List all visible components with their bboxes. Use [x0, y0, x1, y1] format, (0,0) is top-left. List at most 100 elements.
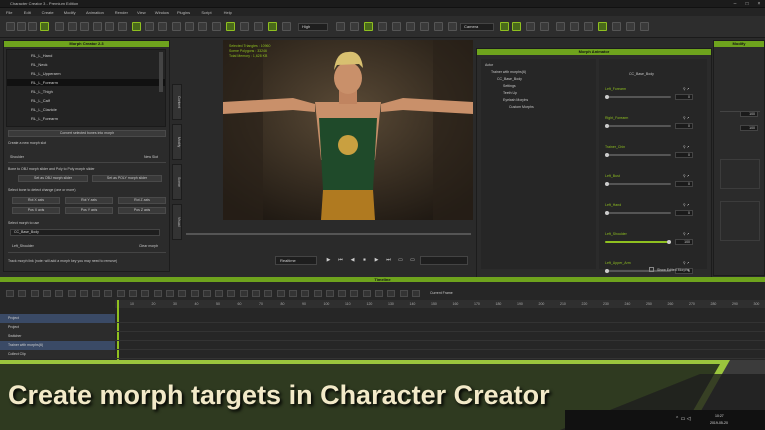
menu-item[interactable]: Help [224, 10, 232, 15]
slider-knob[interactable] [605, 211, 609, 215]
toolbar-icon[interactable] [93, 22, 102, 31]
track-lane[interactable] [115, 332, 765, 341]
new-slot-button[interactable]: New Slot [144, 155, 158, 159]
bone-tree-scrollbar[interactable] [159, 52, 163, 92]
timeline-tool-icon[interactable] [178, 290, 187, 297]
toolbar-icon[interactable] [598, 22, 607, 31]
modify-value-2[interactable]: 100 [740, 125, 758, 131]
timeline-tool-icon[interactable] [92, 290, 101, 297]
toolbar-icon[interactable] [612, 22, 621, 31]
morph-slider[interactable] [605, 182, 671, 186]
bone-tree-item[interactable]: RL_L_Forearm [7, 79, 165, 86]
morph-tree-item[interactable]: Trainer with morphs(6) [491, 70, 526, 74]
slider-knob[interactable] [605, 95, 609, 99]
menu-item[interactable]: Animation [86, 10, 104, 15]
modify-value-1[interactable]: 100 [740, 111, 758, 117]
timeline-tool-icon[interactable] [129, 290, 137, 297]
bone-tree-item[interactable]: RL_Neck [7, 61, 165, 68]
timeline-tool-icon[interactable] [350, 290, 359, 297]
morph-slider[interactable] [605, 124, 671, 128]
toolbar-icon[interactable] [40, 22, 49, 31]
timeline-tool-icon[interactable] [79, 290, 88, 297]
bone-tree-item[interactable]: RL_L_Clavicle [7, 106, 165, 113]
timeline-tool-icon[interactable] [325, 290, 334, 297]
convert-bones-button[interactable]: Convert selected bones into morph [8, 130, 166, 137]
morph-slider-value[interactable]: 0 [675, 152, 693, 158]
toolbar-icon[interactable] [364, 22, 373, 31]
toolbar-icon[interactable] [512, 22, 521, 31]
timeline-track[interactable]: Project [0, 314, 115, 323]
morph-slider-value[interactable]: 0 [675, 123, 693, 129]
key-icon[interactable]: ⚲ ↗ [683, 203, 689, 207]
track-lane[interactable] [115, 350, 765, 359]
menu-item[interactable]: Script [201, 10, 211, 15]
minimize-button[interactable]: – [729, 0, 741, 8]
toolbar-icon[interactable] [406, 22, 415, 31]
close-button[interactable]: × [753, 0, 765, 8]
bone-tree-item[interactable]: RL_L_Upperarm [7, 70, 165, 77]
toolbar-icon[interactable] [68, 22, 77, 31]
timeline-tool-icon[interactable] [18, 290, 27, 297]
toolbar-icon[interactable] [55, 22, 64, 31]
toolbar-icon[interactable] [336, 22, 345, 31]
slider-knob[interactable] [605, 182, 609, 186]
morph-slider-value[interactable]: 100 [675, 239, 693, 245]
menu-item[interactable]: Plugins [177, 10, 190, 15]
timeline-tool-icon[interactable] [264, 290, 273, 297]
toolbar-icon[interactable] [434, 22, 443, 31]
frame-field[interactable] [420, 256, 468, 265]
camera-dropdown[interactable]: Camera [460, 23, 494, 31]
toolbar-icon[interactable] [626, 22, 635, 31]
toolbar-icon[interactable] [132, 22, 141, 31]
morph-dropdown[interactable]: CC_Base_Body [10, 229, 160, 236]
toolbar-icon[interactable] [198, 22, 207, 31]
axis-button[interactable]: Pos Y axis [65, 207, 113, 214]
side-tab[interactable]: Visual [172, 204, 182, 240]
playback-icon[interactable]: ▭ [408, 256, 417, 265]
menu-item[interactable]: Create [42, 10, 54, 15]
toolbar-icon[interactable] [540, 22, 549, 31]
timeline-track[interactable]: Collect Clip [0, 350, 115, 359]
slider-knob[interactable] [605, 124, 609, 128]
timeline-tool-icon[interactable] [375, 290, 383, 297]
toolbar-icon[interactable] [105, 22, 114, 31]
toolbar-icon[interactable] [145, 22, 154, 31]
morph-tree-item[interactable]: Custom Morphs [509, 105, 534, 109]
playback-icon[interactable]: ◀ [348, 256, 357, 265]
timeline-tool-icon[interactable] [252, 290, 260, 297]
morph-tree-item[interactable]: Eyelash Morphs [503, 98, 528, 102]
key-icon[interactable]: ⚲ ↗ [683, 87, 689, 91]
toolbar-icon[interactable] [640, 22, 649, 31]
key-icon[interactable]: ⚲ ↗ [683, 145, 689, 149]
side-tab[interactable]: Modify [172, 124, 182, 160]
timeline-tool-icon[interactable] [202, 290, 211, 297]
toolbar-icon[interactable] [556, 22, 565, 31]
side-tab[interactable]: Content [172, 84, 182, 120]
toolbar-icon[interactable] [570, 22, 579, 31]
playback-icon[interactable]: ▭ [396, 256, 405, 265]
toolbar-icon[interactable] [212, 22, 221, 31]
timeline-tool-icon[interactable] [301, 290, 310, 297]
morph-tree-item[interactable]: Actor [485, 63, 493, 67]
axis-button[interactable]: Rot Y axis [65, 197, 113, 204]
3d-viewport[interactable]: Selected Triangles : 10960 Scene Polygons… [223, 40, 473, 220]
slider-knob[interactable] [667, 240, 671, 244]
morph-tree[interactable]: Actor Trainer with morphs(6) CC_Base_Body S… [481, 59, 596, 269]
timeline-tool-icon[interactable] [313, 290, 322, 297]
toolbar-icon[interactable] [500, 22, 509, 31]
morph-slider[interactable] [605, 153, 671, 157]
timeline-tool-icon[interactable] [276, 290, 285, 297]
toolbar-icon[interactable] [378, 22, 387, 31]
toolbar-icon[interactable] [448, 22, 457, 31]
timeline-track[interactable]: Switcher [0, 332, 115, 341]
slider-knob[interactable] [605, 269, 609, 273]
tray-icon[interactable]: ⌃ ▭ ◁ [675, 416, 691, 422]
bone-tree-item[interactable]: RL_L_Thigh [7, 88, 165, 95]
timeline-tool-icon[interactable] [239, 290, 248, 297]
morph-slider-value[interactable]: 0 [675, 210, 693, 216]
timeline-tool-icon[interactable] [55, 290, 64, 297]
timeline-tool-icon[interactable] [387, 290, 396, 297]
timeline-tool-icon[interactable] [215, 290, 224, 297]
timeline-tool-icon[interactable] [42, 290, 51, 297]
key-icon[interactable]: ⚲ ↗ [683, 261, 689, 265]
